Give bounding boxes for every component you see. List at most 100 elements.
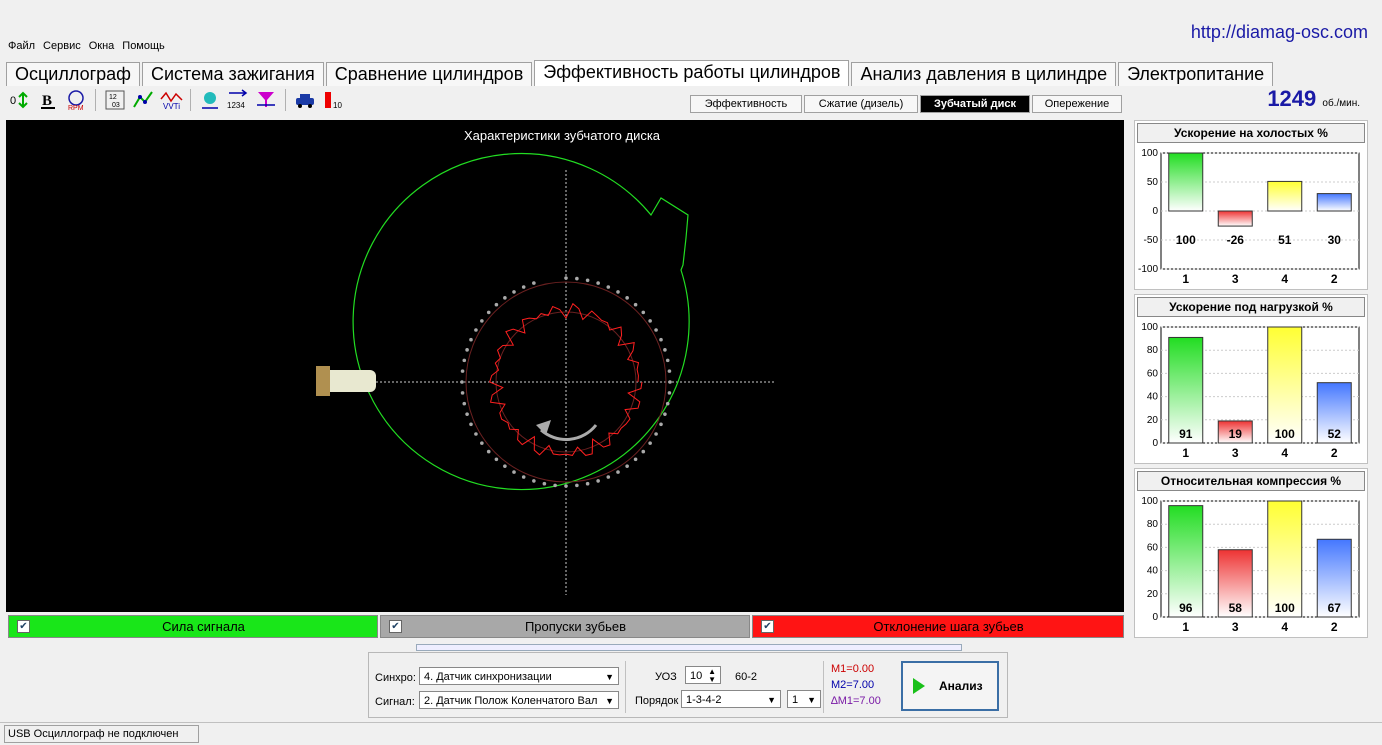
menu-windows[interactable]: Окна xyxy=(89,40,115,52)
tooth-dot xyxy=(564,276,568,280)
uoz-value: 10 xyxy=(690,670,703,682)
tooth-dot xyxy=(668,380,672,384)
rotation-arrow xyxy=(540,424,598,441)
data-label: 19 xyxy=(1229,427,1243,441)
order-select[interactable]: 1-3-4-2 ▼ xyxy=(681,690,781,708)
sensor-icon[interactable] xyxy=(198,88,222,112)
bar-cyl-4 xyxy=(1267,500,1303,618)
data-label: -26 xyxy=(1227,233,1245,247)
bar-cyl-4 xyxy=(1267,180,1303,212)
rpm-unit: об./мин. xyxy=(1322,98,1360,109)
tooth-dot xyxy=(503,464,507,468)
tooth-dot xyxy=(532,479,536,483)
rpm-readout: 1249 об./мин. xyxy=(1267,86,1360,112)
tooth-dot xyxy=(469,422,473,427)
tooth-dot xyxy=(462,358,467,363)
order-value: 1-3-4-2 xyxy=(686,694,722,706)
y-tick-label: 60 xyxy=(1147,368,1159,379)
missing-teeth-checkbox[interactable]: ✔ xyxy=(389,620,402,633)
tooth-dot xyxy=(512,470,516,474)
y-tick-label: 40 xyxy=(1147,392,1159,403)
missing-teeth-label: Пропуски зубьев xyxy=(524,619,627,634)
uoz-label: УОЗ xyxy=(655,671,677,683)
subtab-toothed-disk[interactable]: Зубчатый диск xyxy=(920,95,1030,113)
category-label: 4 xyxy=(1281,620,1288,634)
subtab-efficiency[interactable]: Эффективность xyxy=(690,95,802,113)
menu-help[interactable]: Помощь xyxy=(122,40,165,52)
car-icon[interactable] xyxy=(293,88,317,112)
tab-oscilloscope[interactable]: Осциллограф xyxy=(6,62,140,86)
delta-m1-value: ∆M1=7.00 xyxy=(831,695,881,707)
tooth-dot xyxy=(474,328,478,332)
category-label: 4 xyxy=(1281,446,1288,460)
relative-compression-chart: 100 80 60 40 20 0 96 1 58 3 100 4 67 2 xyxy=(1141,496,1360,634)
menu-file[interactable]: Файл xyxy=(8,40,35,52)
sync-select[interactable]: 4. Датчик синхронизации ▼ xyxy=(419,667,619,685)
tooth-pitch-deviation-button[interactable]: ✔ Отклонение шага зубьев xyxy=(752,615,1124,638)
tooth-dot xyxy=(665,358,670,363)
subtab-advance[interactable]: Опережение xyxy=(1032,95,1122,113)
chevron-down-icon: ▼ xyxy=(767,695,776,705)
tooth-dot xyxy=(486,449,491,454)
data-label: 67 xyxy=(1328,601,1342,615)
tooth-dot xyxy=(654,432,658,436)
y-tick-label: 20 xyxy=(1147,589,1159,600)
status-connection: USB Осциллограф не подключен xyxy=(4,725,199,743)
order-label: Порядок xyxy=(635,695,679,707)
analysis-controls: Синхро: 4. Датчик синхронизации ▼ Сигнал:… xyxy=(368,652,1008,718)
analyze-button[interactable]: Анализ xyxy=(901,661,999,711)
subtab-compression-diesel[interactable]: Сжатие (дизель) xyxy=(804,95,918,113)
stepper-arrows-icon: ▲ ▼ xyxy=(708,667,716,684)
toothed-disk-scope[interactable] xyxy=(6,120,1124,612)
tab-pressure-analysis[interactable]: Анализ давления в цилиндре xyxy=(851,62,1117,86)
y-tick-label: -50 xyxy=(1144,235,1159,246)
teeth-pattern: 60-2 xyxy=(735,671,758,683)
tooth-dot xyxy=(462,401,467,406)
tooth-dot xyxy=(633,302,638,307)
signal-strength-checkbox[interactable]: ✔ xyxy=(17,620,30,633)
y-tick-label: 0 xyxy=(1152,206,1158,217)
m2-value: M2=7.00 xyxy=(831,679,875,691)
signal-select[interactable]: 2. Датчик Полож Коленчатого Вал ▼ xyxy=(419,691,619,709)
order-number-select[interactable]: 1 ▼ xyxy=(787,690,821,708)
play-icon xyxy=(913,678,925,694)
data-label: 96 xyxy=(1179,601,1193,615)
data-label: 91 xyxy=(1179,427,1193,441)
tooth-dot xyxy=(616,470,620,474)
tab-cylinder-compare[interactable]: Сравнение цилиндров xyxy=(325,62,533,86)
line-chart-icon[interactable] xyxy=(131,88,155,112)
menu-service[interactable]: Сервис xyxy=(43,40,81,52)
bar-cyl-3 xyxy=(1217,210,1253,227)
tooth-dot xyxy=(460,391,465,395)
bar-cyl-2 xyxy=(1316,193,1352,212)
toothed-disk-diagram xyxy=(316,152,776,595)
load-acceleration-panel: Ускорение под нагрузкой % 100 80 60 40 20 0 91… xyxy=(1134,294,1368,464)
rpm-icon[interactable]: RPM xyxy=(64,88,88,112)
tooth-dot xyxy=(494,302,499,307)
cylinder-order-icon[interactable]: 1234 xyxy=(226,88,250,112)
zero-level-icon[interactable]: 0 xyxy=(8,88,32,112)
category-label: 1 xyxy=(1182,620,1189,634)
category-label: 2 xyxy=(1331,620,1338,634)
table-icon[interactable]: 12 03 xyxy=(103,88,127,112)
sensor-nut xyxy=(316,366,330,396)
level-bar-icon[interactable]: 10 xyxy=(321,88,345,112)
tooth-dot xyxy=(512,290,516,294)
svg-text:0: 0 xyxy=(10,95,16,107)
signal-strength-button[interactable]: ✔ Сила сигнала xyxy=(8,615,378,638)
tooth-dot xyxy=(494,457,499,462)
bold-icon[interactable]: B xyxy=(36,88,60,112)
tab-ignition[interactable]: Система зажигания xyxy=(141,62,324,86)
tab-cylinder-efficiency[interactable]: Эффективность работы цилиндров xyxy=(534,60,850,86)
missing-teeth-button[interactable]: ✔ Пропуски зубьев xyxy=(380,615,750,638)
splitter-handle[interactable] xyxy=(416,644,962,651)
tooth-dot xyxy=(625,464,629,468)
uoz-stepper[interactable]: 10 ▲ ▼ xyxy=(685,666,721,684)
website-url[interactable]: http://diamag-osc.com xyxy=(1191,22,1368,43)
tooth-pitch-deviation-checkbox[interactable]: ✔ xyxy=(761,620,774,633)
tab-power-supply[interactable]: Электропитание xyxy=(1118,62,1274,86)
signal-label: Сигнал: xyxy=(375,696,415,708)
vvti-icon[interactable]: VVTi xyxy=(159,88,183,112)
filter-icon[interactable] xyxy=(254,88,278,112)
toolbar: 0 B RPM 12 03 VVTi 1234 10 xyxy=(8,86,345,114)
